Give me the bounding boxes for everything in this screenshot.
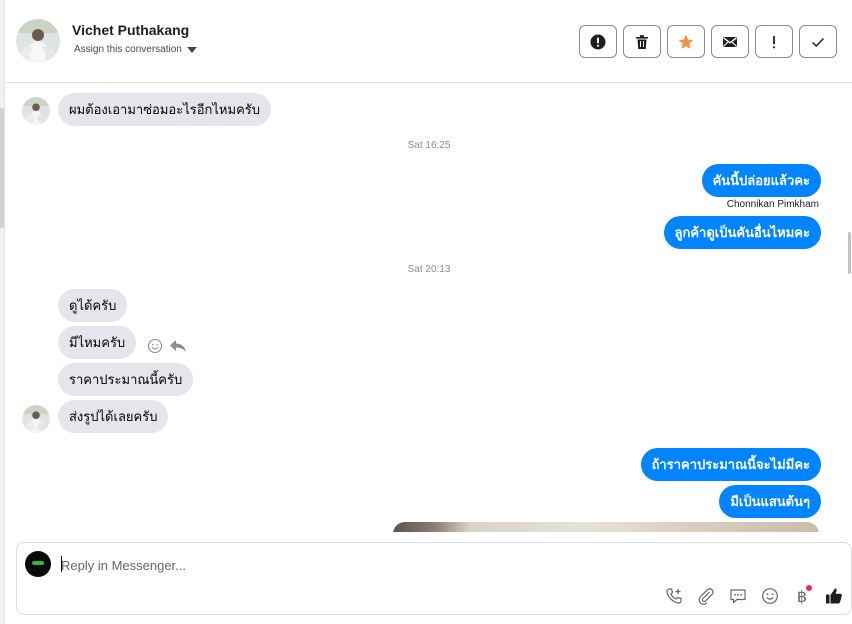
chat-scrollbar[interactable] bbox=[846, 84, 852, 532]
incoming-message[interactable]: มีไหมครับ bbox=[58, 326, 137, 359]
attach-button[interactable] bbox=[695, 585, 717, 607]
exclamation-icon bbox=[772, 35, 776, 48]
message-timestamp: Sat 16:25 bbox=[407, 140, 451, 151]
smiley-react-icon[interactable] bbox=[147, 338, 163, 354]
sender-name: Chonnikan Pimkham bbox=[726, 199, 819, 210]
paperclip-icon bbox=[698, 588, 714, 605]
incoming-message[interactable]: ดูได้ครับ bbox=[58, 289, 128, 322]
outgoing-message[interactable]: มีเป็นแสนต้นๆ bbox=[719, 485, 821, 518]
mark-done-button[interactable] bbox=[799, 25, 837, 58]
thumbs-up-icon bbox=[826, 588, 842, 604]
incoming-message[interactable]: ราคาประมาณนี้ครับ bbox=[58, 363, 194, 396]
emoji-icon bbox=[762, 588, 778, 604]
message-timestamp: Sat 20:13 bbox=[407, 264, 451, 275]
text-cursor bbox=[61, 556, 62, 572]
reply-input[interactable] bbox=[61, 555, 761, 575]
star-button[interactable] bbox=[667, 25, 705, 58]
like-button[interactable] bbox=[823, 585, 845, 607]
follow-up-button[interactable] bbox=[755, 25, 793, 58]
outgoing-message[interactable]: คันนี้ปล่อยแล้วคะ bbox=[701, 164, 821, 197]
contact-avatar[interactable] bbox=[16, 19, 60, 63]
envelope-icon bbox=[723, 36, 737, 47]
saved-replies-button[interactable] bbox=[727, 585, 749, 607]
left-panel-edge bbox=[0, 0, 5, 624]
reply-composer: ฿ bbox=[16, 542, 852, 615]
payment-button[interactable]: ฿ bbox=[791, 585, 813, 607]
page-avatar bbox=[25, 551, 51, 577]
composer-tools: ฿ bbox=[663, 585, 845, 607]
conversation-header: Vichet Puthakang Assign this conversatio… bbox=[6, 0, 852, 83]
contact-name[interactable]: Vichet Puthakang bbox=[72, 22, 189, 38]
message-thread[interactable]: ผมต้องเอามาซ่อมอะไรอีกไหมครับ Sat 16:25 … bbox=[6, 84, 852, 532]
customer-avatar[interactable] bbox=[22, 97, 50, 125]
exclamation-circle-icon bbox=[590, 34, 606, 49]
emoji-button[interactable] bbox=[759, 585, 781, 607]
chat-scrollbar-thumb[interactable] bbox=[848, 232, 851, 274]
star-icon bbox=[678, 34, 694, 49]
assign-label: Assign this conversation bbox=[74, 44, 182, 55]
reply-arrow-icon[interactable] bbox=[169, 338, 187, 354]
outgoing-message[interactable]: ลูกค้าดูเป็นคันอื่นไหมคะ bbox=[663, 216, 821, 249]
notification-dot bbox=[806, 585, 812, 591]
outgoing-message[interactable]: ถ้าราคาประมาณนี้จะไม่มีคะ bbox=[640, 448, 821, 481]
call-button[interactable] bbox=[663, 585, 685, 607]
left-scrollbar-thumb[interactable] bbox=[0, 108, 4, 228]
mark-unread-button[interactable] bbox=[711, 25, 749, 58]
chat-bubble-icon bbox=[730, 589, 746, 604]
spam-button[interactable] bbox=[579, 25, 617, 58]
incoming-message[interactable]: ผมต้องเอามาซ่อมอะไรอีกไหมครับ bbox=[58, 93, 272, 126]
customer-avatar[interactable] bbox=[22, 405, 50, 433]
assign-conversation-dropdown[interactable]: Assign this conversation bbox=[74, 44, 197, 55]
phone-add-icon bbox=[666, 588, 682, 604]
check-icon bbox=[811, 37, 825, 47]
image-attachment[interactable] bbox=[393, 522, 819, 532]
trash-icon bbox=[636, 34, 648, 49]
caret-down-icon bbox=[186, 46, 197, 53]
delete-button[interactable] bbox=[623, 25, 661, 58]
incoming-message[interactable]: ส่งรูปได้เลยครับ bbox=[58, 400, 169, 433]
header-actions bbox=[579, 25, 837, 58]
message-actions bbox=[147, 338, 187, 354]
